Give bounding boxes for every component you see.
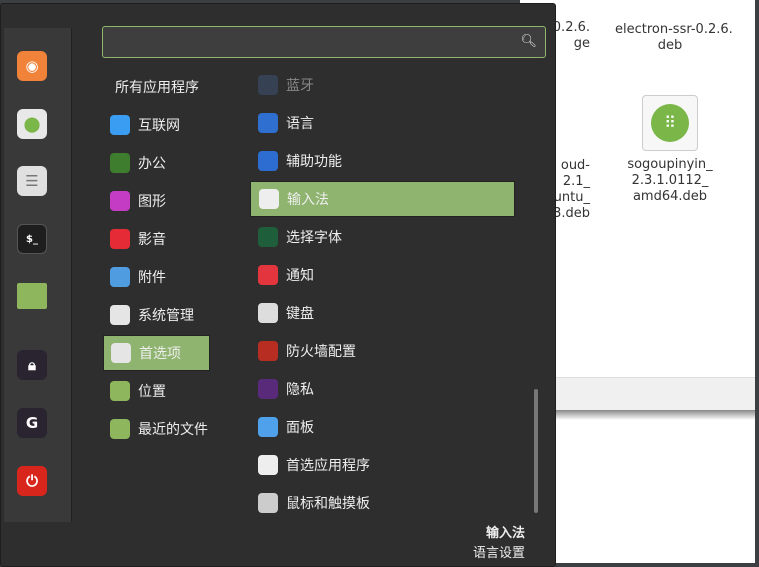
category-icon	[110, 305, 130, 325]
app-icon	[258, 113, 278, 133]
app-icon	[258, 75, 278, 95]
app-item[interactable]: 面板	[250, 409, 515, 445]
app-icon	[258, 227, 278, 247]
category-label: 最近的文件	[138, 422, 208, 438]
app-description: 输入法 语言设置	[473, 524, 525, 564]
app-icon	[258, 265, 278, 285]
description-subtitle: 语言设置	[472, 546, 525, 561]
app-item[interactable]: 首选应用程序	[250, 447, 515, 483]
category-label: 所有应用程序	[115, 80, 199, 96]
app-label: 输入法	[287, 192, 329, 208]
app-label: 选择字体	[286, 230, 342, 246]
power-icon[interactable]: ⏻	[17, 466, 47, 496]
app-icon	[258, 379, 278, 399]
lock-icon[interactable]: 🔒︎	[17, 350, 47, 380]
app-icon	[259, 189, 279, 209]
category-icon	[110, 419, 130, 439]
app-icon	[258, 417, 278, 437]
app-item[interactable]: 语言	[250, 105, 515, 141]
app-item[interactable]: 通知	[250, 257, 515, 293]
app-item[interactable]: 防火墙配置	[250, 333, 515, 369]
category-label: 附件	[138, 270, 166, 286]
app-label: 面板	[286, 420, 314, 436]
category-icon	[111, 343, 131, 363]
category-item[interactable]: 首选项	[103, 335, 210, 371]
file-name: electron-ssr-0.2.6. deb	[615, 22, 733, 53]
app-item[interactable]: 输入法	[250, 181, 515, 217]
app-item[interactable]: 选择字体	[250, 219, 515, 255]
app-label: 辅助功能	[286, 154, 342, 170]
software-manager-icon[interactable]: ⬤	[17, 109, 47, 139]
category-item[interactable]: 影音	[103, 221, 210, 257]
category-label: 系统管理	[138, 308, 194, 324]
folder-icon[interactable]	[17, 283, 47, 309]
logout-icon[interactable]: G	[17, 408, 47, 438]
app-icon	[258, 455, 278, 475]
file-name: sogoupinyin_ 2.3.1.0112_ amd64.deb	[627, 157, 713, 204]
application-menu: ◉ ⬤ ☰ $_ 🔒︎ G ⏻ 🔍︎ 输入法 语言设置 所有应用程序 互联网办公图…	[0, 3, 556, 567]
app-label: 键盘	[286, 306, 314, 322]
app-icon	[258, 151, 278, 171]
category-item[interactable]: 附件	[103, 259, 210, 295]
search-icon: 🔍︎	[520, 34, 537, 49]
category-label: 互联网	[138, 118, 180, 134]
category-item[interactable]: 最近的文件	[103, 411, 210, 447]
app-label: 蓝牙	[286, 78, 314, 94]
category-label: 图形	[138, 194, 166, 210]
category-item[interactable]: 位置	[103, 373, 210, 409]
category-item[interactable]: 图形	[103, 183, 210, 219]
app-label: 隐私	[286, 382, 314, 398]
app-label: 通知	[286, 268, 314, 284]
category-icon	[110, 381, 130, 401]
app-item[interactable]: 鼠标和触摸板	[250, 485, 515, 521]
category-item[interactable]: 系统管理	[103, 297, 210, 333]
app-icon	[258, 303, 278, 323]
category-label: 首选项	[139, 346, 181, 362]
category-item[interactable]: 所有应用程序	[103, 69, 210, 105]
app-item[interactable]: 隐私	[250, 371, 515, 407]
app-icon	[258, 341, 278, 361]
description-title: 输入法	[485, 526, 525, 541]
category-icon	[110, 229, 130, 249]
category-label: 办公	[138, 156, 166, 172]
firefox-icon[interactable]: ◉	[17, 51, 47, 81]
category-icon	[110, 153, 130, 173]
category-item[interactable]: 办公	[103, 145, 210, 181]
search-box[interactable]: 🔍︎	[102, 26, 546, 58]
category-icon	[110, 267, 130, 287]
app-label: 鼠标和触摸板	[286, 496, 370, 512]
category-item[interactable]: 互联网	[103, 107, 210, 143]
scrollbar[interactable]	[534, 389, 538, 513]
app-label: 防火墙配置	[286, 344, 356, 360]
category-icon	[110, 191, 130, 211]
file-item[interactable]: ⠿ sogoupinyin_ 2.3.1.0112_ amd64.deb	[615, 95, 725, 205]
search-input[interactable]	[103, 27, 545, 57]
app-item[interactable]: 辅助功能	[250, 143, 515, 179]
app-icon	[258, 493, 278, 513]
app-label: 语言	[286, 116, 314, 132]
app-item[interactable]: 键盘	[250, 295, 515, 331]
app-item[interactable]: 蓝牙	[250, 67, 515, 103]
category-label: 影音	[138, 232, 166, 248]
deb-package-icon: ⠿	[642, 95, 698, 151]
app-label: 首选应用程序	[286, 458, 370, 474]
favorites-sidebar: ◉ ⬤ ☰ $_ 🔒︎ G ⏻	[4, 28, 72, 522]
system-settings-icon[interactable]: ☰	[17, 166, 47, 196]
file-item[interactable]: electron-ssr-0.2.6. deb	[615, 22, 733, 54]
terminal-icon[interactable]: $_	[17, 224, 47, 254]
category-label: 位置	[138, 384, 166, 400]
category-icon	[110, 115, 130, 135]
